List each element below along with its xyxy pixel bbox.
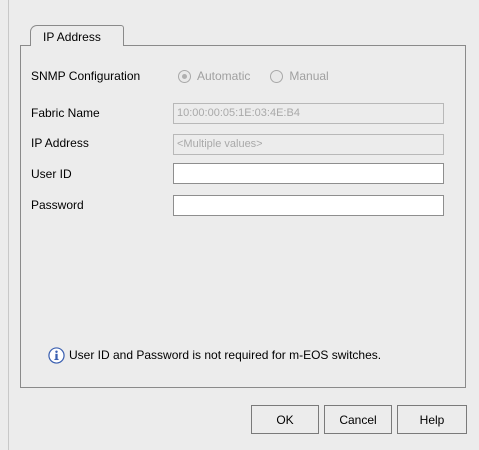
snmp-configuration-label: SNMP Configuration bbox=[31, 69, 141, 83]
tab-label: IP Address bbox=[43, 30, 101, 44]
fabric-name-label: Fabric Name bbox=[31, 106, 100, 120]
radio-automatic[interactable] bbox=[178, 69, 191, 83]
dialog: IP Address SNMP Configuration Automatic … bbox=[0, 0, 479, 450]
tab-ip-address[interactable]: IP Address bbox=[30, 25, 124, 46]
ok-button[interactable]: OK bbox=[251, 405, 319, 434]
radio-manual-label: Manual bbox=[289, 69, 329, 83]
info-icon bbox=[48, 346, 65, 364]
help-button[interactable]: Help bbox=[397, 405, 467, 434]
ip-address-field: <Multiple values> bbox=[173, 134, 444, 155]
user-id-input[interactable] bbox=[173, 163, 444, 184]
radio-automatic-label: Automatic bbox=[197, 69, 251, 83]
left-edge-divider bbox=[0, 0, 9, 450]
info-message: User ID and Password is not required for… bbox=[48, 346, 381, 364]
ip-address-label: IP Address bbox=[31, 136, 89, 150]
info-text: User ID and Password is not required for… bbox=[69, 348, 382, 362]
radio-manual[interactable] bbox=[270, 69, 284, 83]
cancel-button[interactable]: Cancel bbox=[324, 405, 392, 434]
password-input[interactable] bbox=[173, 195, 444, 216]
tab-panel bbox=[20, 45, 466, 388]
snmp-radio-group: Automatic Manual bbox=[178, 68, 329, 84]
password-label: Password bbox=[31, 198, 84, 212]
fabric-name-field: 10:00:00:05:1E:03:4E:B4 bbox=[173, 103, 444, 124]
user-id-label: User ID bbox=[31, 167, 72, 181]
